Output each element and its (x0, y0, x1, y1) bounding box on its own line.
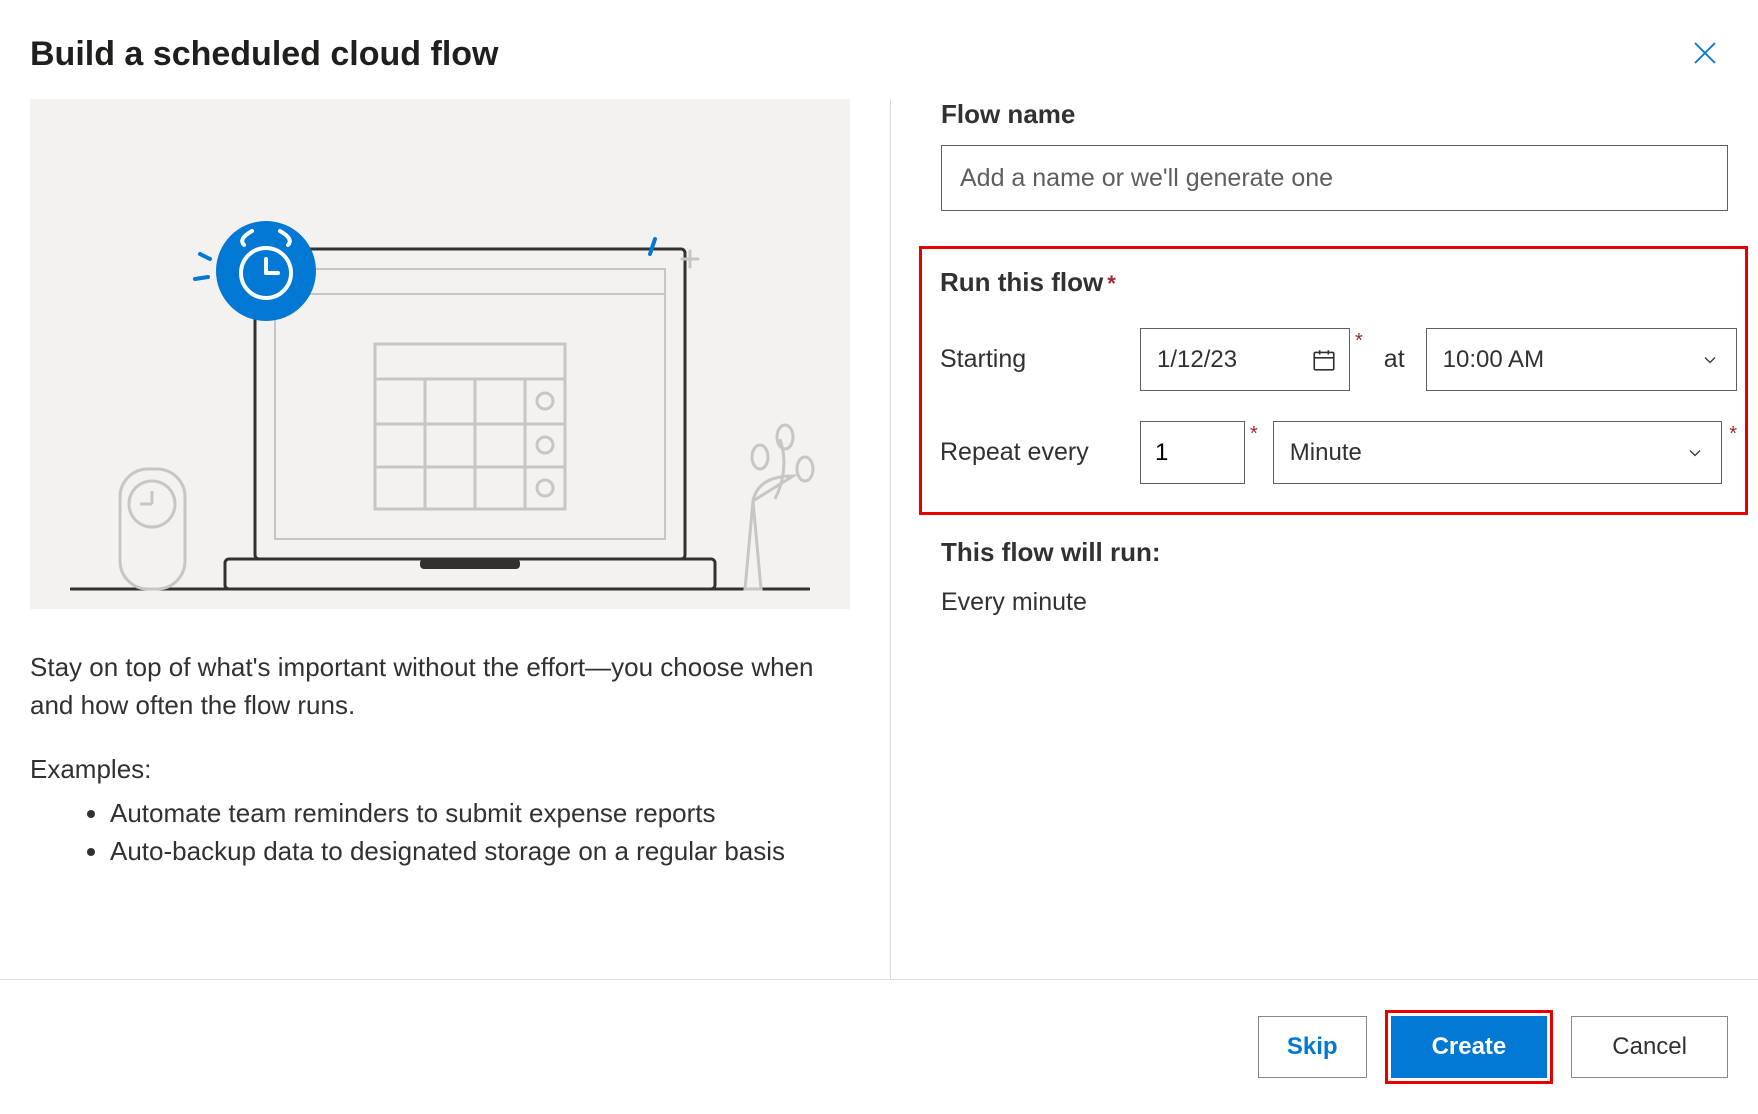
run-this-flow-section: Run this flow* Starting 1/12/23 * (919, 246, 1748, 515)
summary-label: This flow will run: (941, 537, 1728, 568)
starting-label: Starting (940, 345, 1125, 374)
at-label: at (1384, 345, 1405, 374)
start-date-input[interactable]: 1/12/23 (1140, 328, 1350, 391)
description-text: Stay on top of what's important without … (30, 649, 850, 724)
calendar-icon (1311, 347, 1337, 373)
required-asterisk: * (1250, 423, 1258, 446)
illustration (30, 99, 850, 609)
summary-text: Every minute (941, 588, 1728, 617)
repeat-interval-input[interactable] (1140, 421, 1245, 484)
cancel-button[interactable]: Cancel (1571, 1016, 1728, 1078)
example-item: Automate team reminders to submit expens… (110, 795, 850, 833)
dialog-title: Build a scheduled cloud flow (30, 35, 498, 74)
left-pane: Stay on top of what's important without … (30, 99, 880, 979)
repeat-unit-value: Minute (1290, 439, 1362, 467)
dialog-footer: Skip Create Cancel (0, 979, 1758, 1114)
required-asterisk: * (1107, 271, 1116, 296)
flow-name-label: Flow name (941, 99, 1728, 130)
chevron-down-icon (1700, 350, 1720, 370)
flow-name-input[interactable] (941, 145, 1728, 211)
vertical-divider (890, 99, 891, 979)
start-date-value: 1/12/23 (1157, 346, 1237, 374)
start-time-select[interactable]: 10:00 AM (1426, 328, 1737, 391)
start-time-value: 10:00 AM (1443, 346, 1544, 374)
repeat-label: Repeat every (940, 438, 1125, 467)
required-asterisk: * (1729, 423, 1737, 446)
create-highlight: Create (1385, 1010, 1554, 1084)
chevron-down-icon (1685, 443, 1705, 463)
examples-list: Automate team reminders to submit expens… (30, 795, 850, 870)
repeat-unit-select[interactable]: Minute (1273, 421, 1722, 484)
skip-button[interactable]: Skip (1258, 1016, 1367, 1078)
starting-row: Starting 1/12/23 * at 10:00 AM (940, 328, 1737, 391)
right-pane: Flow name Run this flow* Starting 1/12/2… (901, 99, 1728, 979)
required-asterisk: * (1355, 330, 1363, 353)
example-item: Auto-backup data to designated storage o… (110, 833, 850, 871)
close-button[interactable] (1682, 30, 1728, 79)
repeat-row: Repeat every * Minute * (940, 421, 1737, 484)
dialog-header: Build a scheduled cloud flow (0, 0, 1758, 99)
run-flow-label-text: Run this flow (940, 267, 1103, 297)
dialog-content: Stay on top of what's important without … (0, 99, 1758, 979)
close-icon (1690, 38, 1720, 68)
create-button[interactable]: Create (1391, 1016, 1548, 1078)
examples-label: Examples: (30, 754, 850, 785)
scheduled-flow-dialog: Build a scheduled cloud flow (0, 0, 1758, 1114)
run-flow-label: Run this flow* (940, 267, 1737, 298)
